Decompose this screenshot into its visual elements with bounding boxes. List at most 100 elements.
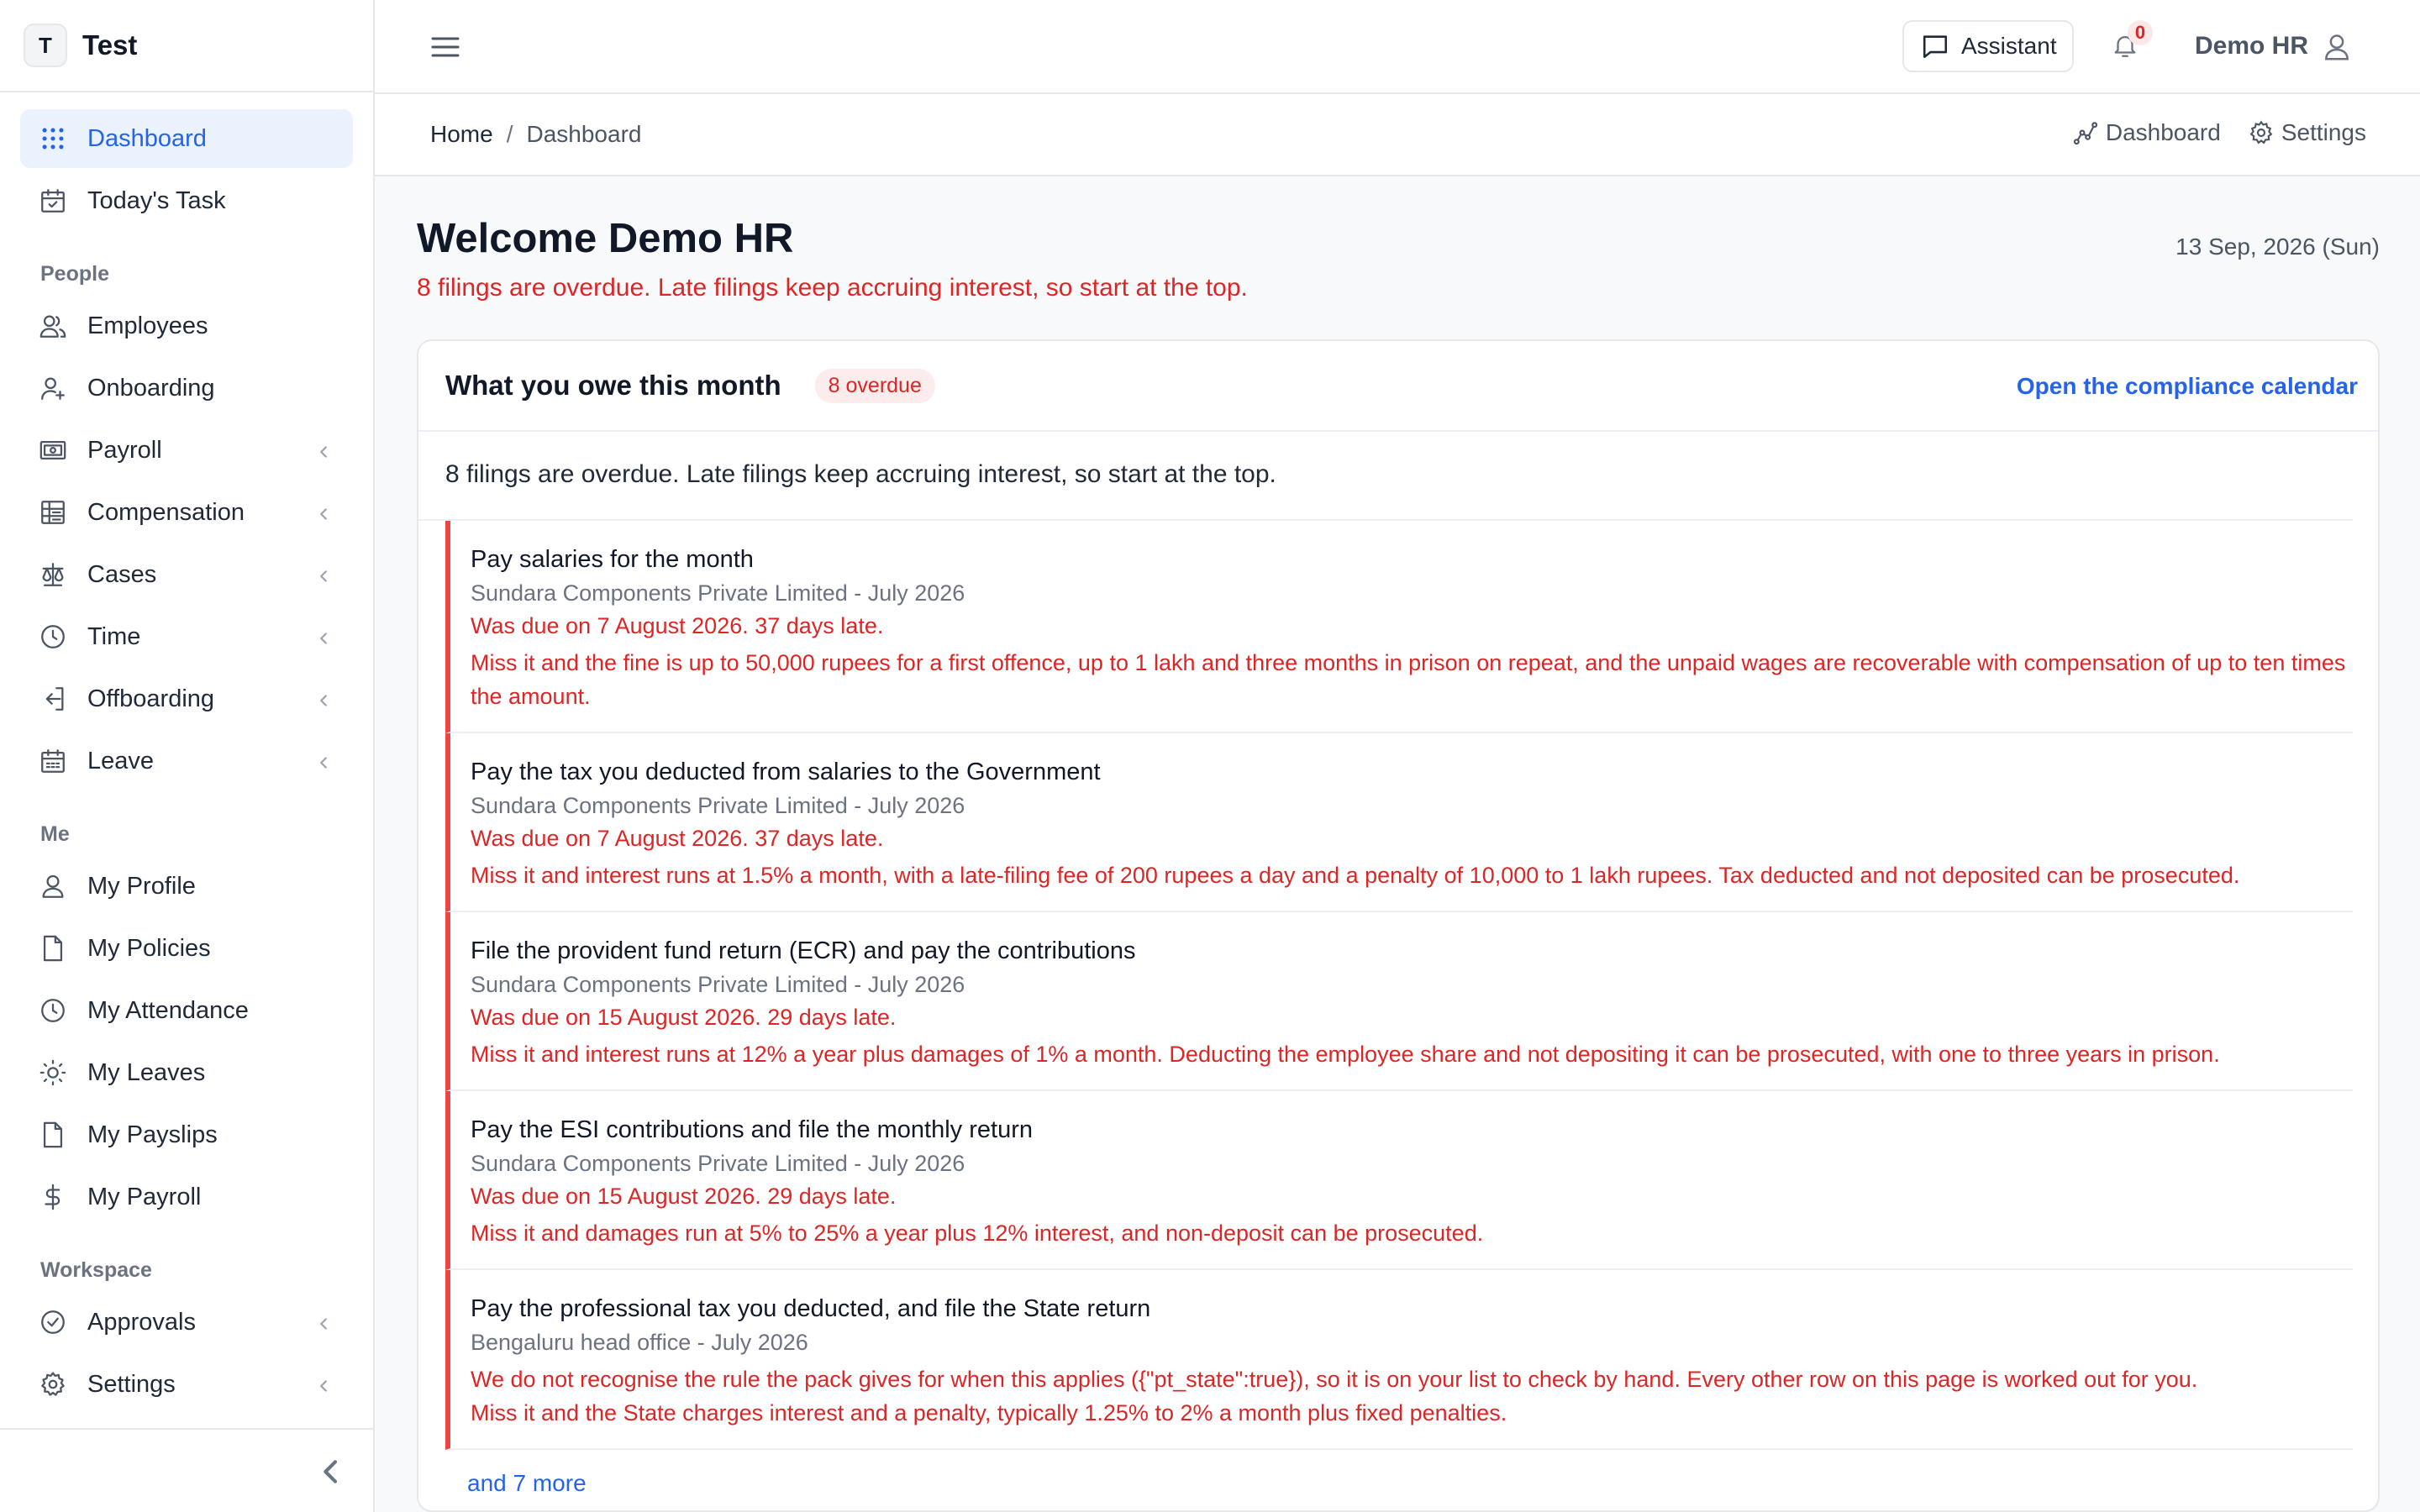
log-out-icon [39,685,67,713]
settings-link-label: Settings [2281,119,2366,145]
gear-icon [39,1370,67,1399]
sidebar-item-label: My Attendance [87,996,249,1024]
check-circle-icon [39,1308,67,1336]
gear-icon [2249,120,2273,144]
sidebar-item-compensation[interactable]: Compensation [20,483,353,542]
due-item-penalty-note: Miss it and interest runs at 1.5% a mont… [471,863,2240,888]
sidebar-item-cases[interactable]: Cases [20,545,353,604]
dues-card: What you owe this month 8 overdue Open t… [417,339,2380,1512]
due-item-penalty-note: Miss it and damages run at 5% to 25% a y… [471,1221,1484,1246]
chevron-left-icon [314,751,333,769]
sidebar-item-label: Dashboard [87,124,207,152]
overdue-summary: 8 filings are overdue. Late filings keep… [417,274,1248,302]
calendar-check-icon [39,186,67,215]
breadcrumb-home[interactable]: Home [430,121,493,148]
sidebar-item-label: Time [87,622,141,650]
collapse-sidebar-icon[interactable] [314,1455,348,1488]
clock-icon [39,622,67,651]
more-items-link[interactable]: and 7 more [467,1470,587,1497]
sidebar-item-payroll[interactable]: Payroll [20,421,353,480]
topbar: Assistant 0 Demo HR [375,0,2420,94]
due-item-due-date: Was due on 15 August 2026. 29 days late. [471,1184,897,1209]
table-icon [39,498,67,527]
sidebar-item-label: My Payroll [87,1183,202,1210]
due-item-title: Pay the tax you deducted from salaries t… [471,759,1101,785]
sidebar-item-offboarding[interactable]: Offboarding [20,669,353,728]
user-plus-icon [39,374,67,402]
sidebar-item-today-s-task[interactable]: Today's Task [20,171,353,230]
sidebar-item-employees[interactable]: Employees [20,297,353,355]
sidebar-item-onboarding[interactable]: Onboarding [20,359,353,417]
settings-link[interactable]: Settings [2248,119,2366,146]
sidebar-item-my-policies[interactable]: My Policies [20,919,353,978]
breadcrumb-bar: Home / Dashboard Dashboard Settings [375,94,2420,176]
due-item-penalty-note: Miss it and the State charges interest a… [471,1400,1507,1425]
user-name[interactable]: Demo HR [2195,32,2308,60]
sidebar-item-dashboard[interactable]: Dashboard [20,109,353,168]
current-date: 13 Sep, 2026 (Sun) [2175,234,2380,260]
sidebar-item-my-payroll[interactable]: My Payroll [20,1168,353,1226]
chevron-left-icon [314,1374,333,1393]
due-item-entity: Sundara Components Private Limited - Jul… [471,1151,965,1176]
sidebar-item-approvals[interactable]: Approvals [20,1293,353,1352]
sidebar-item-my-payslips[interactable]: My Payslips [20,1105,353,1164]
due-item-entity: Sundara Components Private Limited - Jul… [471,580,965,606]
dollar-icon [39,1183,67,1211]
due-item[interactable]: Pay the tax you deducted from salaries t… [445,733,2353,912]
chevron-left-icon [314,627,333,645]
sidebar-item-label: Today's Task [87,186,226,214]
sidebar-item-leave[interactable]: Leave [20,732,353,790]
brand-logo: T [24,24,67,67]
sidebar-item-label: Employees [87,312,208,339]
sidebar-item-label: Leave [87,747,155,774]
file-icon [39,934,67,963]
brand[interactable]: T Test [0,0,373,92]
sidebar-item-label: Onboarding [87,374,215,402]
assistant-label: Assistant [1961,33,2057,59]
assistant-button[interactable]: Assistant [1902,20,2074,72]
sidebar-item-my-leaves[interactable]: My Leaves [20,1043,353,1102]
sidebar-item-my-attendance[interactable]: My Attendance [20,981,353,1040]
compliance-calendar-link[interactable]: Open the compliance calendar [2017,373,2358,400]
sidebar-item-settings[interactable]: Settings [20,1355,353,1414]
user-icon[interactable] [2321,30,2353,64]
due-item[interactable]: Pay the professional tax you deducted, a… [445,1270,2353,1450]
due-item-entity: Sundara Components Private Limited - Jul… [471,793,965,818]
dues-list: Pay salaries for the month Sundara Compon… [418,521,2378,1450]
user-icon [39,872,67,900]
sidebar-item-label: My Policies [87,934,211,962]
sidebar-item-my-profile[interactable]: My Profile [20,857,353,916]
due-item-penalty-note: We do not recognise the rule the pack gi… [471,1367,2198,1392]
sidebar: T Test Dashboard Today's Task People Employ… [0,0,375,1512]
due-item-entity: Sundara Components Private Limited - Jul… [471,972,965,997]
chevron-left-icon [314,502,333,521]
scale-icon [39,560,67,589]
brand-name: Test [82,29,138,60]
dashboard-link[interactable]: Dashboard [2072,119,2221,146]
sidebar-item-time[interactable]: Time [20,607,353,666]
card-title: What you owe this month [445,370,781,401]
users-icon [39,312,67,340]
due-item-due-date: Was due on 7 August 2026. 37 days late. [471,826,884,851]
sun-icon [39,1058,67,1087]
page-title: Welcome Demo HR [417,216,794,261]
breadcrumb: Home / Dashboard [430,121,641,148]
sidebar-item-label: Cases [87,560,157,588]
due-item-title: Pay salaries for the month [471,546,754,573]
due-item-entity: Bengaluru head office - July 2026 [471,1330,808,1355]
calendar-icon [39,747,67,775]
sidebar-item-label: Offboarding [87,685,215,712]
due-item-title: Pay the ESI contributions and file the m… [471,1116,1033,1143]
sidebar-item-label: Payroll [87,436,162,464]
nav-section-people: People [40,262,109,286]
sidebar-item-label: Approvals [87,1308,196,1336]
due-item-due-date: Was due on 7 August 2026. 37 days late. [471,613,884,638]
due-item[interactable]: Pay salaries for the month Sundara Compon… [445,521,2353,733]
overdue-badge: 8 overdue [814,368,935,403]
notification-count-badge: 0 [2128,20,2153,45]
sidebar-nav: Dashboard Today's Task People Employees Onbo… [0,92,373,1414]
due-item[interactable]: Pay the ESI contributions and file the m… [445,1091,2353,1270]
menu-icon[interactable] [429,30,462,64]
due-item[interactable]: File the provident fund return (ECR) and… [445,912,2353,1091]
clock-icon [39,996,67,1025]
